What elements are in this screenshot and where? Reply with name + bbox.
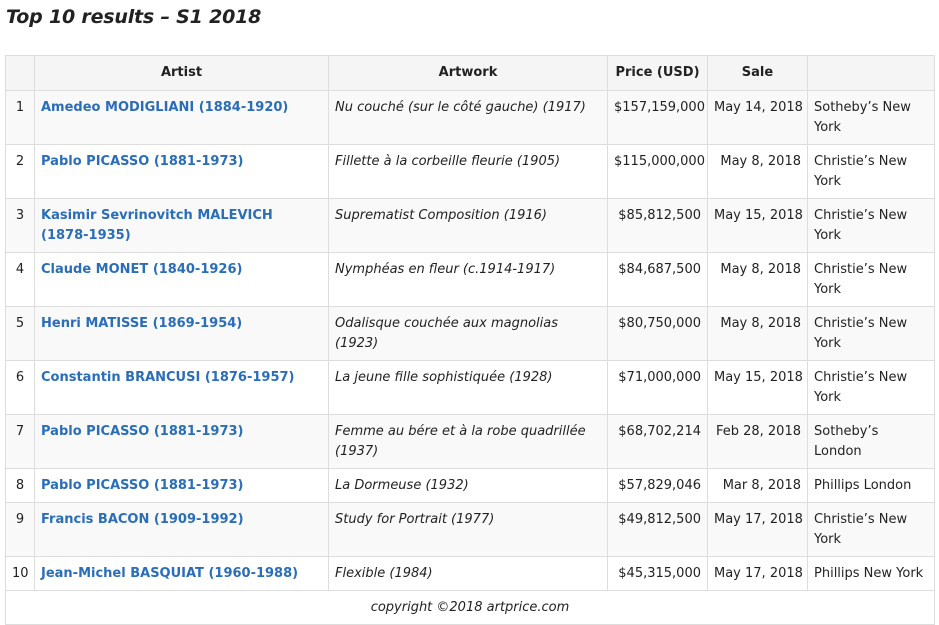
auction-house-cell: Phillips New York: [807, 556, 935, 591]
price-cell: $85,812,500: [607, 198, 708, 253]
sale-date-cell: May 8, 2018: [707, 306, 808, 361]
auction-house-cell: Sotheby’s New York: [807, 90, 935, 145]
artwork-cell: La Dormeuse (1932): [328, 468, 608, 503]
artist-link[interactable]: Jean-Michel BASQUIAT (1960-1988): [41, 566, 298, 581]
artist-cell: Claude MONET (1840-1926): [34, 252, 329, 307]
header-artwork: Artwork: [328, 55, 608, 91]
price-cell: $49,812,500: [607, 502, 708, 557]
rank-cell: 10: [5, 556, 35, 591]
table-row: 3 Kasimir Sevrinovitch MALEVICH (1878-193…: [5, 198, 935, 253]
header-sale: Sale: [707, 55, 808, 91]
page-title: Top 10 results – S1 2018: [6, 6, 262, 28]
copyright-note: copyright ©2018 artprice.com: [5, 590, 935, 625]
header-price: Price (USD): [607, 55, 708, 91]
header-rank: [5, 55, 35, 91]
artist-link[interactable]: Pablo PICASSO (1881-1973): [41, 154, 244, 169]
artwork-cell: Odalisque couchée aux magnolias (1923): [328, 306, 608, 361]
table-row: 8 Pablo PICASSO (1881-1973) La Dormeuse (1…: [5, 468, 935, 503]
sale-date-cell: May 15, 2018: [707, 198, 808, 253]
auction-house-cell: Sotheby’s London: [807, 414, 935, 469]
rank-cell: 1: [5, 90, 35, 145]
rank-cell: 8: [5, 468, 35, 503]
rank-cell: 3: [5, 198, 35, 253]
table-row: 6 Constantin BRANCUSI (1876-1957) La jeune…: [5, 360, 935, 415]
artwork-cell: Flexible (1984): [328, 556, 608, 591]
price-cell: $68,702,214: [607, 414, 708, 469]
table-row: 2 Pablo PICASSO (1881-1973) Fillette à la …: [5, 144, 935, 199]
artwork-cell: Fillette à la corbeille fleurie (1905): [328, 144, 608, 199]
table-row: 5 Henri MATISSE (1869-1954) Odalisque couc…: [5, 306, 935, 361]
table-body: 1 Amedeo MODIGLIANI (1884-1920) Nu couché …: [5, 90, 935, 591]
artist-cell: Constantin BRANCUSI (1876-1957): [34, 360, 329, 415]
artist-cell: Jean-Michel BASQUIAT (1960-1988): [34, 556, 329, 591]
header-row: Artist Artwork Price (USD) Sale: [5, 55, 935, 91]
artist-link[interactable]: Kasimir Sevrinovitch MALEVICH (1878-1935…: [41, 208, 273, 243]
artist-link[interactable]: Pablo PICASSO (1881-1973): [41, 424, 244, 439]
artwork-cell: La jeune fille sophistiquée (1928): [328, 360, 608, 415]
table-row: 1 Amedeo MODIGLIANI (1884-1920) Nu couché …: [5, 90, 935, 145]
artist-link[interactable]: Amedeo MODIGLIANI (1884-1920): [41, 100, 288, 115]
rank-cell: 9: [5, 502, 35, 557]
auction-house-cell: Phillips London: [807, 468, 935, 503]
sale-date-cell: May 15, 2018: [707, 360, 808, 415]
auction-house-cell: Christie’s New York: [807, 198, 935, 253]
artist-link[interactable]: Pablo PICASSO (1881-1973): [41, 478, 244, 493]
artwork-cell: Nymphéas en fleur (c.1914-1917): [328, 252, 608, 307]
sale-date-cell: May 8, 2018: [707, 252, 808, 307]
artist-link[interactable]: Henri MATISSE (1869-1954): [41, 316, 242, 331]
price-cell: $157,159,000: [607, 90, 708, 145]
artist-cell: Henri MATISSE (1869-1954): [34, 306, 329, 361]
sale-date-cell: May 17, 2018: [707, 556, 808, 591]
auction-house-cell: Christie’s New York: [807, 360, 935, 415]
header-artist: Artist: [34, 55, 329, 91]
artist-cell: Pablo PICASSO (1881-1973): [34, 144, 329, 199]
artist-cell: Pablo PICASSO (1881-1973): [34, 414, 329, 469]
footer-row: copyright ©2018 artprice.com: [5, 590, 935, 625]
artwork-cell: Suprematist Composition (1916): [328, 198, 608, 253]
table-row: 4 Claude MONET (1840-1926) Nymphéas en fle…: [5, 252, 935, 307]
artwork-cell: Study for Portrait (1977): [328, 502, 608, 557]
table-row: 10 Jean-Michel BASQUIAT (1960-1988) Flexib…: [5, 556, 935, 591]
price-cell: $57,829,046: [607, 468, 708, 503]
price-cell: $71,000,000: [607, 360, 708, 415]
artist-cell: Pablo PICASSO (1881-1973): [34, 468, 329, 503]
artist-link[interactable]: Constantin BRANCUSI (1876-1957): [41, 370, 294, 385]
header-house: [807, 55, 935, 91]
artist-cell: Kasimir Sevrinovitch MALEVICH (1878-1935…: [34, 198, 329, 253]
artwork-cell: Femme au bére et à la robe quadrillée (1…: [328, 414, 608, 469]
results-table: Artist Artwork Price (USD) Sale 1 Amedeo …: [5, 55, 935, 625]
rank-cell: 6: [5, 360, 35, 415]
sale-date-cell: May 17, 2018: [707, 502, 808, 557]
sale-date-cell: May 8, 2018: [707, 144, 808, 199]
auction-house-cell: Christie’s New York: [807, 252, 935, 307]
artist-link[interactable]: Claude MONET (1840-1926): [41, 262, 242, 277]
price-cell: $45,315,000: [607, 556, 708, 591]
table-row: 7 Pablo PICASSO (1881-1973) Femme au bére …: [5, 414, 935, 469]
sale-date-cell: Feb 28, 2018: [707, 414, 808, 469]
rank-cell: 2: [5, 144, 35, 199]
artist-link[interactable]: Francis BACON (1909-1992): [41, 512, 244, 527]
artist-cell: Amedeo MODIGLIANI (1884-1920): [34, 90, 329, 145]
rank-cell: 7: [5, 414, 35, 469]
sale-date-cell: May 14, 2018: [707, 90, 808, 145]
price-cell: $115,000,000: [607, 144, 708, 199]
sale-date-cell: Mar 8, 2018: [707, 468, 808, 503]
artist-cell: Francis BACON (1909-1992): [34, 502, 329, 557]
auction-house-cell: Christie’s New York: [807, 306, 935, 361]
rank-cell: 5: [5, 306, 35, 361]
auction-house-cell: Christie’s New York: [807, 144, 935, 199]
rank-cell: 4: [5, 252, 35, 307]
artwork-cell: Nu couché (sur le côté gauche) (1917): [328, 90, 608, 145]
auction-house-cell: Christie’s New York: [807, 502, 935, 557]
table-header: Artist Artwork Price (USD) Sale: [5, 55, 935, 91]
price-cell: $80,750,000: [607, 306, 708, 361]
table-row: 9 Francis BACON (1909-1992) Study for Port…: [5, 502, 935, 557]
price-cell: $84,687,500: [607, 252, 708, 307]
